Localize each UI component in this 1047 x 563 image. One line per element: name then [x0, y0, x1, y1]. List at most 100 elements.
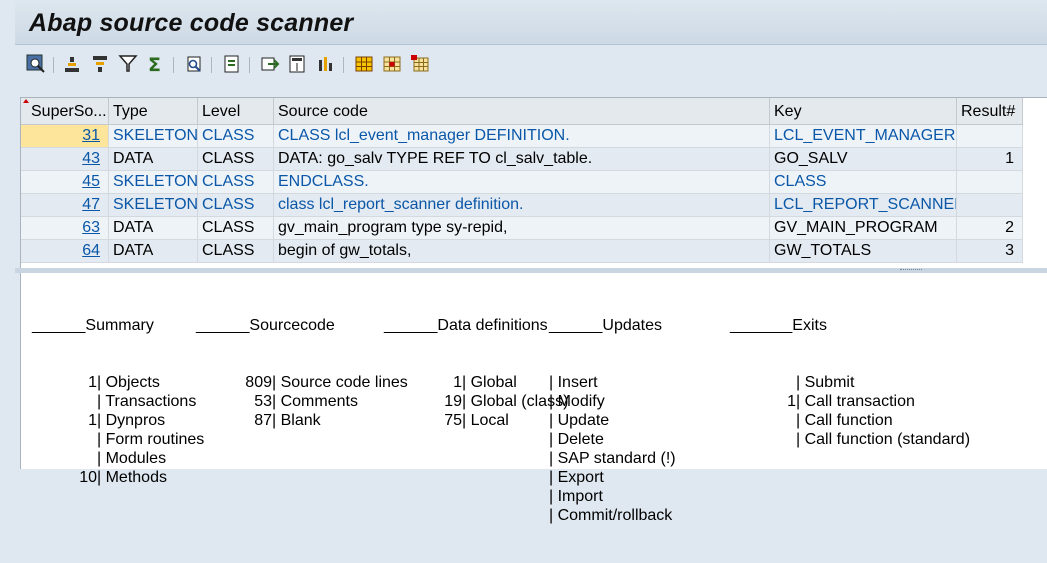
line-number-link[interactable]: 43 [82, 150, 100, 167]
cell-type: DATA [109, 148, 198, 171]
col-header-superso[interactable]: SuperSo... [21, 98, 109, 125]
cell-key: GW_TOTALS [770, 240, 957, 263]
layout-icon[interactable] [287, 53, 309, 75]
cell-source-code: ENDCLASS. [274, 171, 770, 194]
col-header-source-code[interactable]: Source code [274, 98, 770, 125]
data-definitions-header: ______Data definitions [384, 317, 548, 334]
summary-line: | Submit [796, 374, 855, 391]
summary-line: | Call function [796, 412, 893, 429]
summary-line: 1| Dynpros [88, 412, 166, 429]
exits-header: _______Exits [730, 317, 827, 334]
filter-icon[interactable] [117, 53, 139, 75]
summary-line: | Form routines [97, 431, 205, 448]
cell-level: CLASS [198, 148, 274, 171]
cell-key: GO_SALV [770, 148, 957, 171]
col-header-result[interactable]: Result# [957, 98, 1023, 125]
cell-level: CLASS [198, 240, 274, 263]
grid-select-icon[interactable] [381, 53, 403, 75]
svg-text:Σ: Σ [148, 54, 161, 74]
summary-line: 1| Call transaction [787, 393, 915, 410]
grid-expand-icon[interactable] [409, 53, 431, 75]
line-number-link[interactable]: 45 [82, 173, 100, 190]
cell-source-code: class lcl_report_scanner definition. [274, 194, 770, 217]
summary-line: | Insert [549, 374, 598, 391]
cell-type: SKELETON [109, 194, 198, 217]
summary-line: | Delete [549, 431, 604, 448]
cell-line[interactable]: 31 [21, 125, 109, 148]
cell-level: CLASS [198, 125, 274, 148]
cell-result: 3 [957, 240, 1023, 263]
cell-result [957, 125, 1023, 148]
cell-result [957, 194, 1023, 217]
cell-level: CLASS [198, 217, 274, 240]
summary-line: | Transactions [97, 393, 197, 410]
cell-source-code: CLASS lcl_event_manager DEFINITION. [274, 125, 770, 148]
cell-key: GV_MAIN_PROGRAM [770, 217, 957, 240]
summary-line: | Modules [97, 450, 167, 467]
cell-type: DATA [109, 240, 198, 263]
summary-line: 53| Comments [254, 393, 358, 410]
cell-type: SKELETON [109, 125, 198, 148]
col-header-level[interactable]: Level [198, 98, 274, 125]
summary-line: 1| Global [453, 374, 517, 391]
summary-column-data-definitions: ______Data definitions 1| Global 19| Glob… [384, 278, 568, 468]
summary-line: | Update [549, 412, 610, 429]
summary-line: | Call function (standard) [796, 431, 971, 448]
line-number-link[interactable]: 47 [82, 196, 100, 213]
title-bar: Abap source code scanner [15, 0, 1047, 45]
local-file-icon[interactable] [259, 53, 281, 75]
cell-key: LCL_EVENT_MANAGER [770, 125, 957, 148]
cell-key: LCL_REPORT_SCANNER [770, 194, 957, 217]
cell-line[interactable]: 43 [21, 148, 109, 171]
window-title: Abap source code scanner [29, 9, 354, 37]
summary-line: 809| Source code lines [245, 374, 408, 391]
line-number-link[interactable]: 64 [82, 242, 100, 259]
result-grid: SuperSo... Type Level Source code Key Result#… [20, 97, 1047, 269]
alv-toolbar: Σ [15, 45, 1047, 85]
print-preview-icon[interactable] [183, 53, 205, 75]
cell-level: CLASS [198, 194, 274, 217]
summary-line: | Import [549, 488, 603, 505]
summary-line: 87| Blank [254, 412, 321, 429]
chart-icon[interactable] [315, 53, 337, 75]
cell-result: 2 [957, 217, 1023, 240]
cell-line[interactable]: 47 [21, 194, 109, 217]
sourcecode-header: ______Sourcecode [196, 317, 335, 334]
summary-column-sourcecode: ______Sourcecode 809| Source code lines 5… [196, 278, 408, 468]
cell-source-code: begin of gw_totals, [274, 240, 770, 263]
cell-line[interactable]: 63 [21, 217, 109, 240]
summary-line: | Modify [549, 393, 605, 410]
updates-header: ______Updates [549, 317, 662, 334]
cell-source-code: gv_main_program type sy-repid, [274, 217, 770, 240]
summary-column-objects: ______Summary 1| Objects | Transactions 1|… [32, 278, 204, 525]
sort-indicator-icon [23, 99, 29, 103]
cell-type: SKELETON [109, 171, 198, 194]
col-header-type[interactable]: Type [109, 98, 198, 125]
summary-column-exits: _______Exits | Submit 1| Call transaction… [730, 278, 970, 487]
col-header-key[interactable]: Key [770, 98, 957, 125]
cell-level: CLASS [198, 171, 274, 194]
summary-column-updates: ______Updates | Insert | Modify | Update | … [549, 278, 676, 563]
summary-line: 19| Global (class) [444, 393, 569, 410]
line-number-link[interactable]: 31 [82, 127, 100, 144]
details-icon[interactable] [25, 53, 47, 75]
cell-line[interactable]: 45 [21, 171, 109, 194]
summary-line: | Commit/rollback [549, 507, 673, 524]
summary-line: 75| Local [444, 412, 509, 429]
cell-key: CLASS [770, 171, 957, 194]
cell-result [957, 171, 1023, 194]
cell-line[interactable]: 64 [21, 240, 109, 263]
summary-line: 1| Objects [88, 374, 160, 391]
summary-line: | SAP standard (!) [549, 450, 676, 467]
grid-icon[interactable] [353, 53, 375, 75]
line-number-link[interactable]: 63 [82, 219, 100, 236]
export-icon[interactable] [221, 53, 243, 75]
summary-line: | Export [549, 469, 604, 486]
cell-result: 1 [957, 148, 1023, 171]
cell-type: DATA [109, 217, 198, 240]
summary-header: ______Summary [32, 317, 154, 334]
sort-ascending-icon[interactable] [61, 53, 83, 75]
total-icon[interactable]: Σ [145, 53, 167, 75]
summary-panel: ______Summary 1| Objects | Transactions 1|… [20, 273, 1047, 524]
sort-descending-icon[interactable] [89, 53, 111, 75]
